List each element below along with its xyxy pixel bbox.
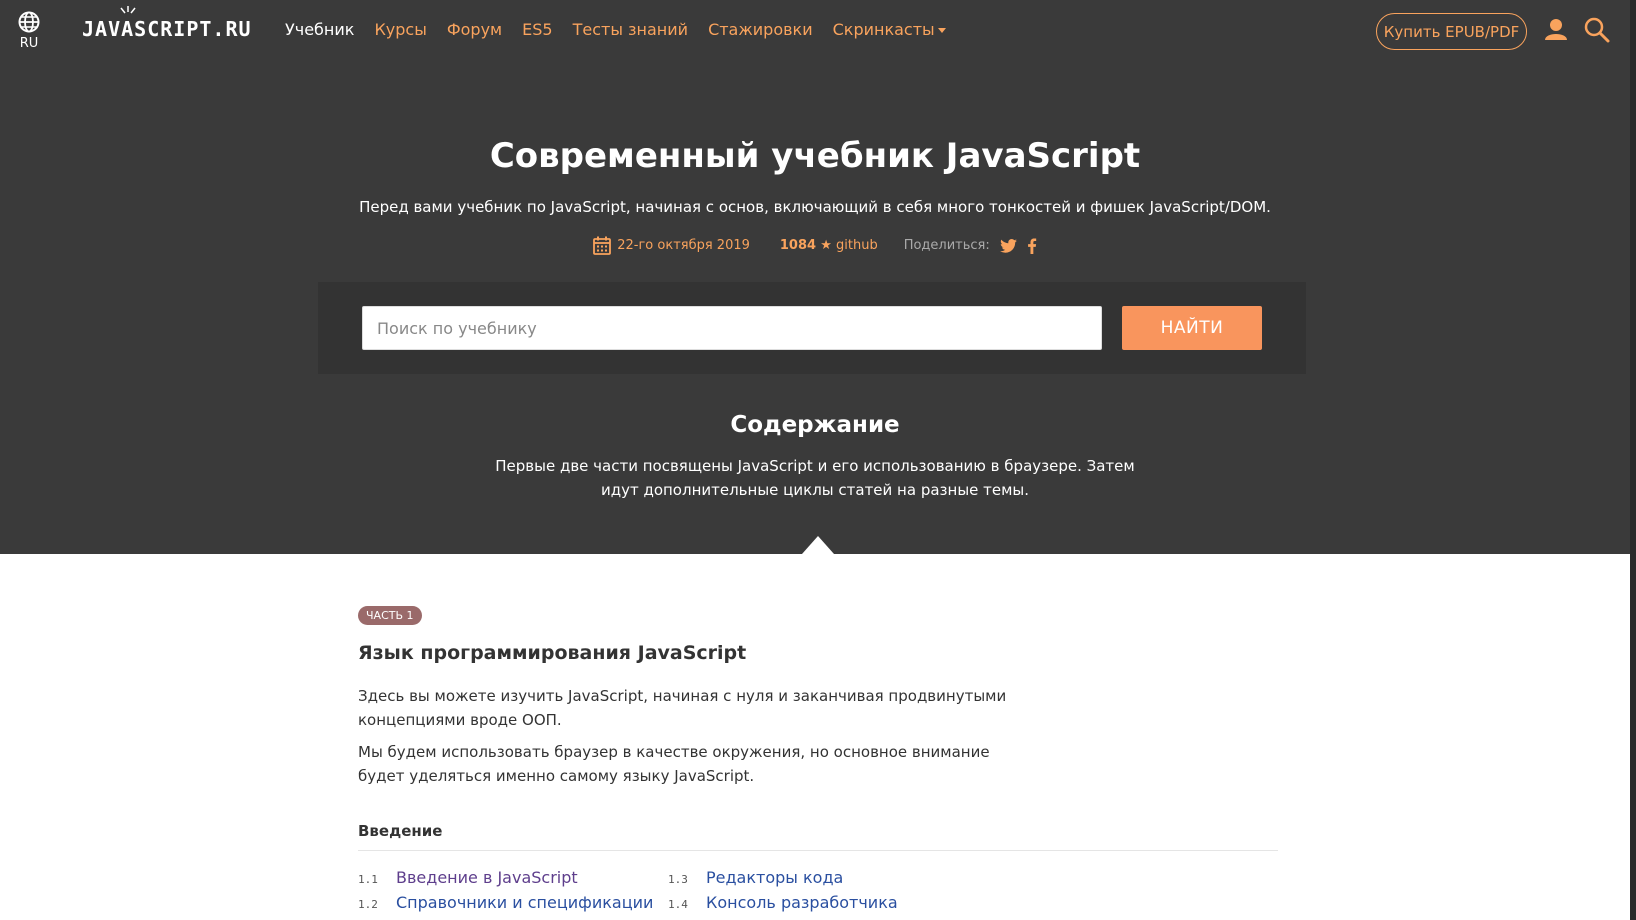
list-item: 1.2 Справочники и спецификации <box>358 893 653 912</box>
item-number: 1.1 <box>358 873 378 886</box>
contents-description: Первые две части посвящены JavaScript и … <box>495 457 1135 499</box>
site-logo[interactable]: JAVASCRIPT.RU <box>82 17 252 41</box>
search-button[interactable]: НАЙТИ <box>1122 306 1262 350</box>
nav-screencasts[interactable]: Скринкасты <box>833 20 946 39</box>
facebook-icon[interactable] <box>1027 237 1037 254</box>
twitter-icon[interactable] <box>999 238 1017 253</box>
main-nav: Учебник Курсы Форум ES5 Тесты знаний Ста… <box>285 20 966 39</box>
page-title: Современный учебник JavaScript <box>489 136 1141 176</box>
language-label: RU <box>19 36 39 51</box>
buy-epub-pdf-button[interactable]: Купить EPUB/PDF <box>1376 13 1527 50</box>
nav-tests[interactable]: Тесты знаний <box>573 20 688 39</box>
stars-count: 1084 <box>779 238 817 253</box>
item-number: 1.2 <box>358 898 378 911</box>
hero-description: Перед вами учебник по JavaScript, начина… <box>359 198 1271 216</box>
list-item: 1.4 Консоль разработчика <box>668 893 898 912</box>
nav-courses[interactable]: Курсы <box>374 20 426 39</box>
calendar-icon <box>593 236 612 255</box>
section-notch <box>802 536 834 554</box>
section-title-intro: Введение <box>358 822 443 840</box>
top-navbar: RU JAVASCRIPT.RU Учебник Курсы Форум ES5… <box>0 0 1630 66</box>
toc-link-manuals-specs[interactable]: Справочники и спецификации <box>396 893 653 912</box>
github-stars-link[interactable]: 1084 ★ github <box>780 238 878 253</box>
nav-tutorial[interactable]: Учебник <box>285 20 354 39</box>
globe-icon <box>18 11 40 33</box>
search-icon[interactable] <box>1584 17 1610 43</box>
updated-date: 22-го октября 2019 <box>593 236 750 255</box>
list-item: 1.3 Редакторы кода <box>668 868 843 887</box>
part-badge: ЧАСТЬ 1 <box>358 606 422 625</box>
item-number: 1.3 <box>668 873 688 886</box>
share-block: Поделиться: <box>903 237 1037 254</box>
share-label: Поделиться: <box>903 238 990 253</box>
toc-link-intro-js[interactable]: Введение в JavaScript <box>396 868 578 887</box>
divider <box>358 850 1278 851</box>
part-title[interactable]: Язык программирования JavaScript <box>358 642 746 664</box>
stars-suffix: ★ github <box>820 238 878 253</box>
window-edge <box>1630 0 1636 920</box>
meta-row: 22-го октября 2019 1084 ★ github Поделит… <box>0 236 1630 255</box>
toc-link-devtools[interactable]: Консоль разработчика <box>706 893 898 912</box>
contents-heading: Содержание <box>730 412 900 438</box>
part-paragraph-2: Мы будем использовать браузер в качестве… <box>358 743 990 785</box>
language-switcher[interactable]: RU <box>16 11 42 51</box>
chevron-down-icon <box>937 28 946 33</box>
nav-screencasts-label: Скринкасты <box>832 20 935 39</box>
search-input[interactable] <box>362 306 1102 350</box>
part-paragraph-1: Здесь вы можете изучить JavaScript, начи… <box>358 687 1007 729</box>
date-text: 22-го октября 2019 <box>617 238 750 253</box>
nav-internships[interactable]: Стажировки <box>708 20 813 39</box>
nav-forum[interactable]: Форум <box>447 20 502 39</box>
hero-section: Современный учебник JavaScript Перед вам… <box>0 66 1630 554</box>
list-item: 1.1 Введение в JavaScript <box>358 868 578 887</box>
search-panel: НАЙТИ <box>318 282 1306 374</box>
user-icon[interactable] <box>1544 17 1568 41</box>
item-number: 1.4 <box>668 898 688 911</box>
nav-es5[interactable]: ES5 <box>522 20 552 39</box>
toc-link-code-editors[interactable]: Редакторы кода <box>706 868 843 887</box>
